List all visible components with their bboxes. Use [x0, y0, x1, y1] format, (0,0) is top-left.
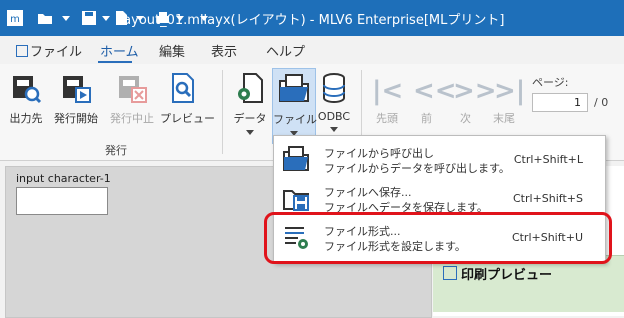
file-folder-icon	[279, 74, 309, 102]
menu-bar: ファイル ホーム 編集 表示 ヘルプ	[0, 36, 624, 64]
input-character-field[interactable]	[16, 187, 108, 215]
file-label: ファイル	[273, 113, 317, 126]
page-label: ページ:	[532, 76, 569, 89]
tab-edit[interactable]: 編集	[159, 41, 185, 60]
highlight-annotation	[264, 212, 612, 264]
output-destination-button[interactable]: 出力先	[6, 72, 46, 126]
data-button[interactable]: データ	[231, 72, 269, 135]
next-page-label: 次	[460, 112, 471, 125]
next-page-icon[interactable]: >>	[453, 76, 497, 106]
file-button[interactable]: ファイル	[272, 68, 317, 144]
start-issue-label: 発行開始	[54, 112, 98, 125]
open-folder-icon	[283, 146, 309, 171]
window-title: layout_01.mllayx(レイアウト) - MLV6 Enterpris…	[119, 13, 505, 28]
tab-home[interactable]: ホーム	[100, 41, 139, 60]
database-icon	[323, 73, 345, 104]
preview-button[interactable]: プレビュー	[160, 72, 215, 126]
tab-file[interactable]: ファイル	[16, 41, 82, 60]
group-label-issue: 発行	[105, 144, 127, 157]
prev-page-label: 前	[421, 112, 432, 125]
title-bar: m layout_01.mllayx(レイアウト) - MLV6 Enterpr…	[0, 0, 624, 36]
start-issue-button[interactable]: 発行開始	[50, 72, 102, 126]
chevron-down-icon	[246, 130, 254, 135]
ribbon-separator	[222, 70, 223, 154]
output-destination-label: 出力先	[9, 112, 43, 125]
tab-file-label: ファイル	[30, 45, 83, 60]
last-page-label: 末尾	[493, 112, 515, 125]
menu-item-load-from-file[interactable]: ファイルから呼び出し ファイルからデータを呼び出します。 Ctrl+Shift+…	[274, 140, 605, 178]
menu-item-shortcut: Ctrl+Shift+S	[513, 192, 583, 205]
first-page-icon[interactable]: |<	[372, 76, 403, 106]
last-page-icon[interactable]: >|	[494, 76, 525, 106]
tab-help[interactable]: ヘルプ	[266, 41, 305, 60]
menu-item-title: ファイルへ保存...	[324, 186, 412, 199]
print-preview-title: 印刷プレビュー	[443, 264, 552, 283]
menu-item-title: ファイルから呼び出し	[324, 147, 434, 160]
active-tab-indicator	[98, 61, 132, 63]
first-page-label: 先頭	[376, 112, 398, 125]
preview-label: プレビュー	[160, 112, 215, 125]
prev-page-icon[interactable]: <<	[413, 76, 457, 106]
chevron-down-icon	[330, 127, 338, 132]
preview-icon	[172, 73, 194, 103]
save-icon	[283, 190, 309, 211]
odbc-label: ODBC	[317, 110, 351, 123]
field-label: input character-1	[16, 172, 111, 185]
tab-view[interactable]: 表示	[211, 41, 237, 60]
data-gear-icon	[238, 73, 263, 103]
menu-item-desc: ファイルからデータを呼び出します。	[324, 162, 510, 175]
stop-issue-button[interactable]: 発行中止	[106, 72, 158, 126]
preview-icon	[443, 266, 457, 280]
menu-grid-icon	[16, 45, 28, 57]
output-destination-icon	[13, 76, 42, 104]
stop-issue-label: 発行中止	[110, 112, 154, 125]
menu-item-shortcut: Ctrl+Shift+L	[513, 153, 583, 166]
page-number-input[interactable]: 1	[532, 93, 588, 112]
data-label: データ	[233, 112, 267, 125]
print-preview-label: 印刷プレビュー	[461, 268, 553, 283]
start-issue-icon	[63, 76, 91, 103]
page-total: / 0	[594, 96, 609, 109]
odbc-button[interactable]: ODBC	[316, 72, 352, 132]
stop-issue-icon	[119, 76, 147, 103]
